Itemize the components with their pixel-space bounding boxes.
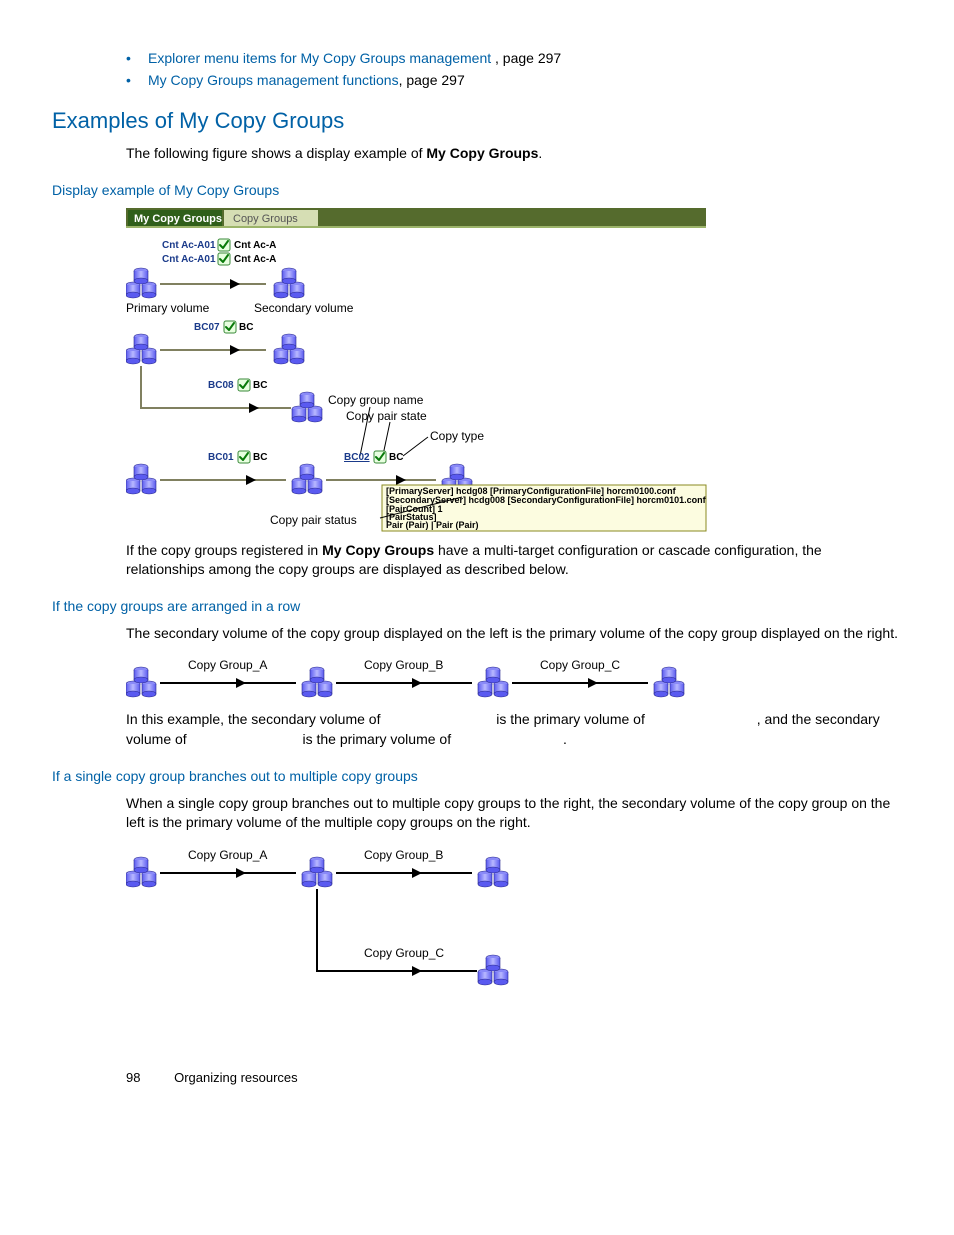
volume-cluster-icon: [478, 857, 508, 887]
check-icon: [218, 253, 230, 265]
label: Copy Group_B: [364, 848, 443, 862]
figure-branch: Copy Group_A Copy Group_B Copy Group_C: [126, 847, 902, 1010]
label: Cnt Ac-A01: [162, 240, 216, 251]
label: BC: [389, 452, 403, 463]
subheading-branches: If a single copy group branches out to m…: [52, 768, 902, 784]
check-icon: [218, 239, 230, 251]
volume-cluster-icon: [478, 955, 508, 985]
volume-cluster-icon: [292, 392, 322, 422]
volume-cluster-icon: [126, 334, 156, 364]
label: BC01: [208, 452, 234, 463]
volume-cluster-icon: [126, 667, 156, 697]
check-icon: [238, 379, 250, 391]
volume-cluster-icon: [654, 667, 684, 697]
bullet-item: My Copy Groups management functions, pag…: [126, 72, 902, 88]
label: Cnt Ac-A01: [162, 254, 216, 265]
page-footer: 98 Organizing resources: [52, 1070, 902, 1085]
label-primary-volume: Primary volume: [126, 301, 210, 315]
para-row-desc: The secondary volume of the copy group d…: [126, 624, 902, 644]
figure-display-example: My Copy Groups Copy Groups Cnt Ac-A01 Cn…: [126, 208, 856, 541]
bullet-rest: , page 297: [399, 72, 465, 88]
link[interactable]: My Copy Groups management functions: [148, 72, 399, 88]
label: Cnt Ac-A: [234, 240, 276, 251]
para-branch-desc: When a single copy group branches out to…: [126, 794, 902, 833]
label: Cnt Ac-A: [234, 254, 276, 265]
tab-copy-groups[interactable]: Copy Groups: [233, 213, 298, 225]
volume-cluster-icon: [302, 667, 332, 697]
tab-my-copy-groups[interactable]: My Copy Groups: [134, 213, 222, 225]
link[interactable]: Explorer menu items for My Copy Groups m…: [148, 50, 495, 66]
label: BC07: [194, 322, 220, 333]
label-copy-type: Copy type: [430, 429, 484, 443]
volume-cluster-icon: [126, 857, 156, 887]
bullet-item: Explorer menu items for My Copy Groups m…: [126, 50, 902, 66]
subheading-arranged-row: If the copy groups are arranged in a row: [52, 598, 902, 614]
label: BC: [253, 380, 267, 391]
top-bullets: Explorer menu items for My Copy Groups m…: [126, 50, 902, 88]
label: Copy Group_A: [188, 848, 267, 862]
label: BC: [253, 452, 267, 463]
label: Copy Group_C: [364, 946, 444, 960]
label: Copy Group_C: [540, 658, 620, 672]
text: The following figure shows a display exa…: [126, 145, 426, 161]
label-secondary-volume: Secondary volume: [254, 301, 354, 315]
check-icon: [224, 321, 236, 333]
label-copy-pair-state: Copy pair state: [346, 409, 427, 423]
text: In this example, the secondary volume of: [126, 711, 384, 727]
text: .: [538, 145, 542, 161]
subheading-display-example: Display example of My Copy Groups: [52, 182, 902, 198]
label: BC08: [208, 380, 234, 391]
volume-cluster-icon: [126, 268, 156, 298]
check-icon: [238, 451, 250, 463]
volume-cluster-icon: [274, 268, 304, 298]
para-row-example: In this example, the secondary volume of…: [126, 710, 902, 749]
text: .: [563, 731, 567, 747]
check-icon: [374, 451, 386, 463]
section-title: Organizing resources: [174, 1070, 298, 1085]
text: is the primary volume of: [299, 731, 455, 747]
page-number: 98: [126, 1070, 140, 1085]
label: Copy Group_A: [188, 658, 267, 672]
label-copy-group-name: Copy group name: [328, 393, 424, 407]
text: If the copy groups registered in: [126, 542, 322, 558]
volume-cluster-icon: [478, 667, 508, 697]
text-bold: My Copy Groups: [426, 145, 538, 161]
volume-cluster-icon: [302, 857, 332, 887]
heading-examples: Examples of My Copy Groups: [52, 108, 902, 134]
volume-cluster-icon: [292, 464, 322, 494]
figure-row: Copy Group_A Copy Group_B Copy Group_C: [126, 657, 902, 710]
label-copy-pair-status: Copy pair status: [270, 513, 357, 527]
text-bold: My Copy Groups: [322, 542, 434, 558]
label: BC02: [344, 452, 370, 463]
bullet-rest: , page 297: [495, 50, 561, 66]
label: BC: [239, 322, 253, 333]
volume-cluster-icon: [126, 464, 156, 494]
label: Copy Group_B: [364, 658, 443, 672]
intro-para: The following figure shows a display exa…: [126, 144, 902, 164]
text: is the primary volume of: [492, 711, 648, 727]
volume-cluster-icon: [274, 334, 304, 364]
tooltip-line: Pair (Pair) | Pair (Pair): [386, 520, 479, 530]
para-multitarget: If the copy groups registered in My Copy…: [126, 541, 902, 580]
